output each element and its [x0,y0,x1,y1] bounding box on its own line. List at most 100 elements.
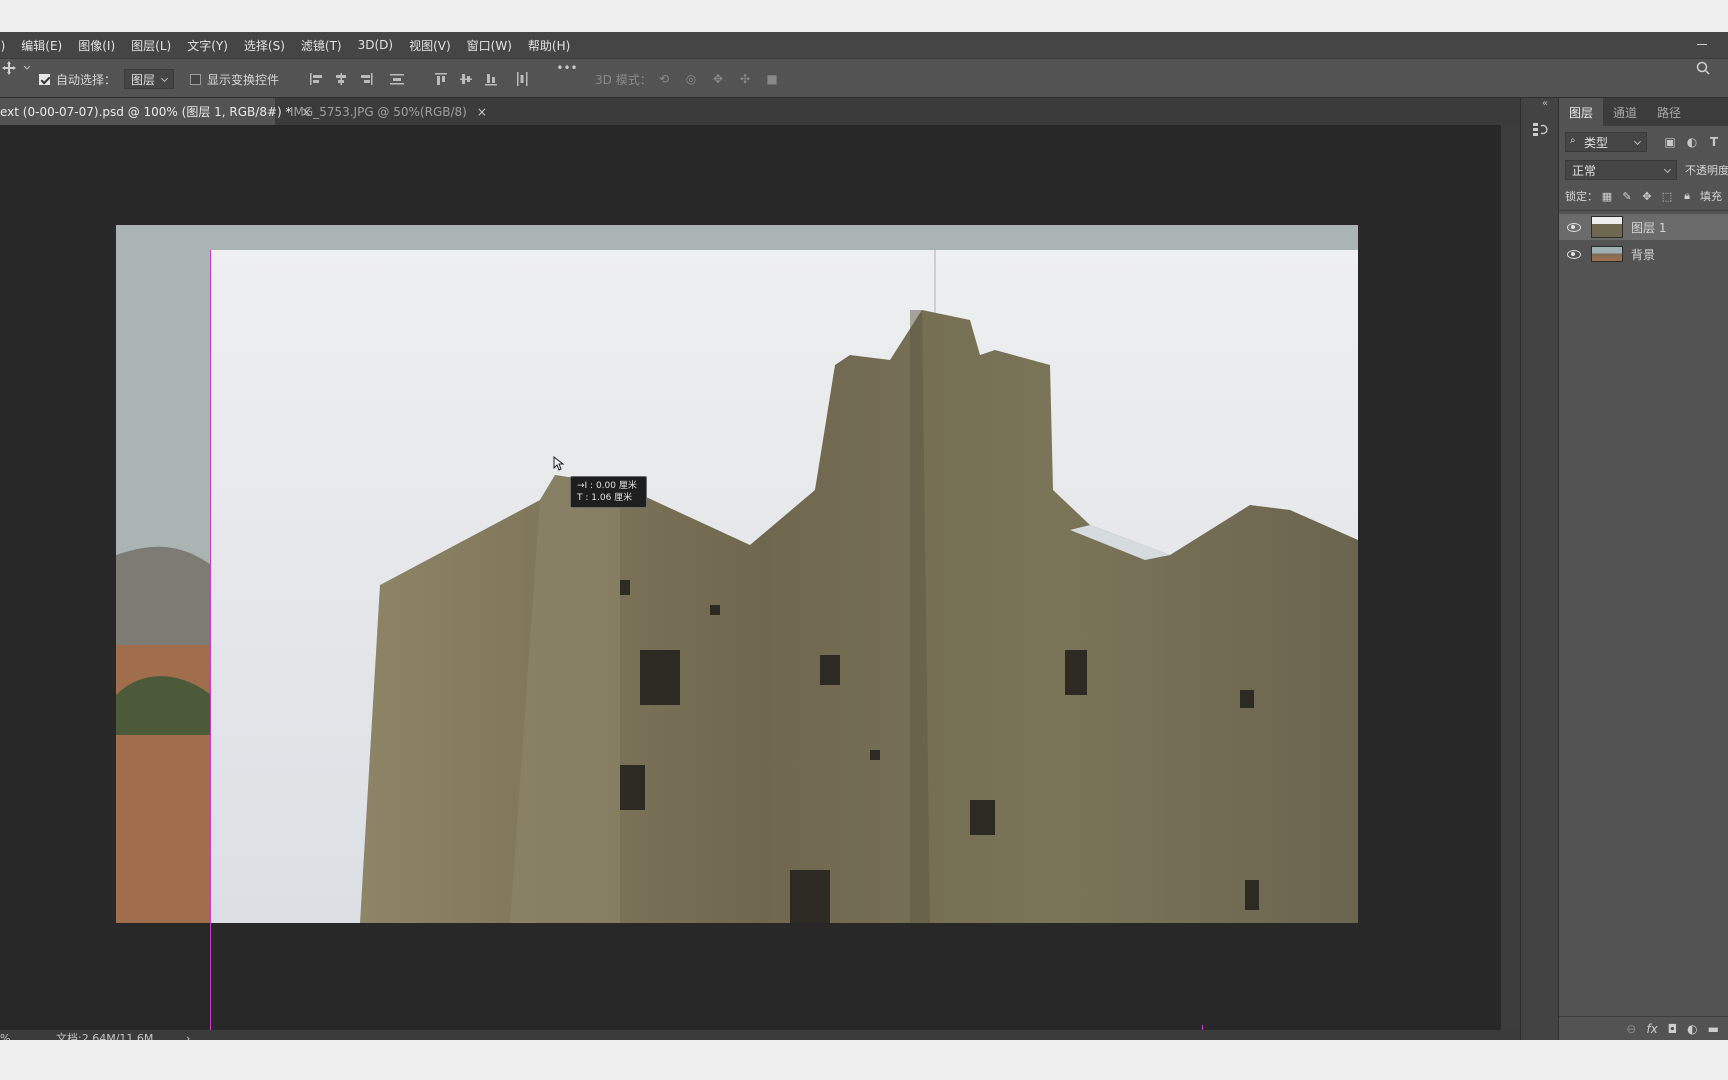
visibility-eye-icon[interactable] [1567,222,1581,232]
tab-channels[interactable]: 通道 [1603,98,1647,126]
tab-jpg-document[interactable]: IMG_5753.JPG @ 50%(RGB/8) × [290,98,497,125]
menu-filter[interactable]: 滤镜(T) [293,37,350,54]
photoshop-window: 文件(F) 编辑(E) 图像(I) 图层(L) 文字(Y) 选择(S) 滤镜(T… [0,32,1728,1040]
layers-panel: 图层 通道 路径 ⌕ 类型 ▣ ◐ T 正常 不透明度 锁定： ▦ ✎ ✥ ⬚ … [1558,98,1728,1040]
search-icon: ⌕ [1570,135,1576,146]
panel-dock-strip: « [1520,98,1558,1040]
menu-file[interactable]: 文件(F) [0,37,13,54]
canvas-area[interactable]: →I : 0.00 厘米 T : 1.06 厘米 [0,125,1501,1030]
menu-edit[interactable]: 编辑(E) [13,37,70,54]
3d-mode-label: 3D 模式： [595,72,652,87]
add-mask-icon[interactable]: ◘ [1668,1022,1678,1036]
layer-filter-label: 类型 [1584,135,1609,150]
align-left-icon[interactable] [307,70,325,88]
show-transform-checkbox[interactable] [190,73,201,85]
panel-tabs: 图层 通道 路径 [1559,98,1728,126]
opacity-label: 不透明度 [1685,164,1728,177]
adjustment-layer-icon[interactable]: ◐ [1687,1022,1697,1036]
tab-psd-label: ext (0-00-07-07).psd @ 100% (图层 1, RGB/8… [0,105,292,119]
3d-roll-icon[interactable]: ◎ [682,70,700,88]
blend-mode-dropdown[interactable]: 正常 [1565,160,1677,180]
status-bar: % 文档:2.64M/11.6M › [0,1030,1520,1040]
lock-artboard-icon[interactable]: ⬚ [1660,189,1674,203]
filter-pixel-icon[interactable]: ▣ [1661,133,1679,151]
menu-help[interactable]: 帮助(H) [520,37,578,54]
visibility-eye-icon[interactable] [1567,249,1581,259]
lock-all-icon[interactable]: 🔒︎ [1680,189,1694,203]
menu-image[interactable]: 图像(I) [70,37,123,54]
status-expand-icon[interactable]: › [186,1030,190,1041]
zoom-readout[interactable]: % [0,1030,10,1041]
3d-camera-icon[interactable]: ■ [763,70,781,88]
tab-psd-document[interactable]: ext (0-00-07-07).psd @ 100% (图层 1, RGB/8… [0,98,312,125]
lock-row: 锁定： ▦ ✎ ✥ ⬚ 🔒︎ 填充 [1559,186,1728,206]
filter-adjustment-icon[interactable]: ◐ [1683,133,1701,151]
measure-y-value: T : 1.06 厘米 [577,493,633,503]
move-measure-tooltip: →I : 0.00 厘米 T : 1.06 厘米 [570,476,647,508]
menu-select[interactable]: 选择(S) [236,37,293,54]
guide-line [210,250,211,923]
align-right-icon[interactable] [357,70,375,88]
distribute-horizontal-icon[interactable] [513,70,531,88]
history-icon[interactable] [1531,120,1549,138]
show-transform-label: 显示变换控件 [207,72,280,87]
distribute-vertical-icon[interactable] [388,70,406,88]
auto-select-checkbox[interactable] [39,73,50,85]
align-vcenter-icon[interactable] [457,70,475,88]
measure-x-value: →I : 0.00 厘米 [577,481,637,491]
3d-slide-icon[interactable]: ✣ [736,70,754,88]
layer-row-layer1[interactable]: 图层 1 [1559,214,1728,240]
auto-select-dropdown[interactable]: 图层 [124,69,175,89]
layer-filter-dropdown[interactable]: ⌕ 类型 [1565,132,1647,152]
tab-jpg-label: IMG_5753.JPG @ 50%(RGB/8) [290,104,467,119]
options-bar: 自动选择： 图层 显示变换控件 ••• 3D 模式： ⟲ ◎ ✥ ✣ ■ [0,58,1728,98]
new-group-icon[interactable]: ▬ [1708,1022,1719,1036]
divider [1559,210,1728,211]
search-icon[interactable] [1694,59,1712,77]
menu-view[interactable]: 视图(V) [401,37,459,54]
canvas-vertical-scrollbar[interactable] [1501,125,1520,1030]
layer-name[interactable]: 图层 1 [1631,219,1666,236]
filter-row: ⌕ 类型 ▣ ◐ T [1559,132,1728,152]
layer-thumbnail [1591,246,1623,262]
more-options-icon[interactable]: ••• [556,59,577,77]
lock-brush-icon[interactable]: ✎ [1620,189,1634,203]
doc-size-readout: 文档:2.64M/11.6M [56,1032,154,1040]
auto-select-label: 自动选择： [56,72,117,87]
filter-type-icon[interactable]: T [1705,133,1723,151]
lock-position-icon[interactable]: ✥ [1640,189,1654,203]
layer-name[interactable]: 背景 [1631,246,1655,263]
collapse-dock-icon[interactable]: « [1542,98,1548,109]
tab-paths[interactable]: 路径 [1647,98,1691,126]
3d-tools-group: ⟲ ◎ ✥ ✣ ■ [655,59,781,99]
menu-bar: 文件(F) 编辑(E) 图像(I) 图层(L) 文字(Y) 选择(S) 滤镜(T… [0,32,1728,58]
document-tab-bar: ext (0-00-07-07).psd @ 100% (图层 1, RGB/8… [0,98,1520,125]
guide-line [210,923,211,1030]
show-transform-toggle[interactable]: 显示变换控件 [190,59,279,99]
align-top-icon[interactable] [432,70,450,88]
layer-row-background[interactable]: 背景 [1559,241,1728,267]
layer-1-castle-image [210,250,1358,923]
move-tool-icon[interactable] [0,59,18,77]
menu-3d[interactable]: 3D(D) [350,38,401,52]
minimize-icon[interactable] [1696,38,1708,50]
menu-window[interactable]: 窗口(W) [459,37,520,54]
menu-layer[interactable]: 图层(L) [123,37,179,54]
tab-layers[interactable]: 图层 [1559,98,1604,126]
close-icon[interactable]: × [477,105,487,119]
link-layers-icon[interactable]: ⊖ [1626,1022,1636,1036]
align-bottom-icon[interactable] [482,70,500,88]
document-canvas[interactable] [116,225,1358,923]
lock-transparent-icon[interactable]: ▦ [1600,189,1614,203]
auto-select-toggle[interactable]: 自动选择： [39,59,116,99]
tool-preset-chevron-icon[interactable] [18,59,36,77]
3d-drag-icon[interactable]: ✥ [709,70,727,88]
fill-label: 填充 [1700,190,1722,203]
fx-icon[interactable]: fx [1646,1022,1657,1036]
menu-type[interactable]: 文字(Y) [179,37,236,54]
align-group [307,59,406,99]
layers-panel-footer: ⊖ fx ◘ ◐ ▬ [1559,1016,1728,1040]
align-hcenter-icon[interactable] [332,70,350,88]
lock-label: 锁定： [1565,190,1598,203]
3d-rotate-icon[interactable]: ⟲ [655,70,673,88]
